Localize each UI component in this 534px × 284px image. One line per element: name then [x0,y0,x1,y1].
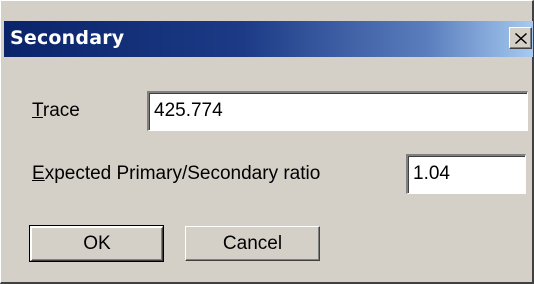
close-button[interactable] [509,27,532,49]
ratio-label-mnemonic: E [32,163,45,184]
title-bar[interactable]: Secondary [4,21,533,57]
ok-button[interactable]: OK [29,225,164,262]
trace-label-mnemonic: T [32,100,43,121]
window-title: Secondary [10,27,125,49]
cancel-button[interactable]: Cancel [185,226,320,261]
close-icon [514,32,527,44]
trace-input[interactable]: 425.774 [147,91,528,131]
ratio-label-text: xpected Primary/Secondary ratio [44,163,321,184]
ratio-label: Expected Primary/Secondary ratio [32,163,320,185]
ratio-input[interactable]: 1.04 [406,154,526,194]
dialog-window: Secondary Trace 425.774 Expected Primary… [0,0,534,284]
trace-label-text: race [42,100,80,121]
trace-label: Trace [32,100,80,122]
